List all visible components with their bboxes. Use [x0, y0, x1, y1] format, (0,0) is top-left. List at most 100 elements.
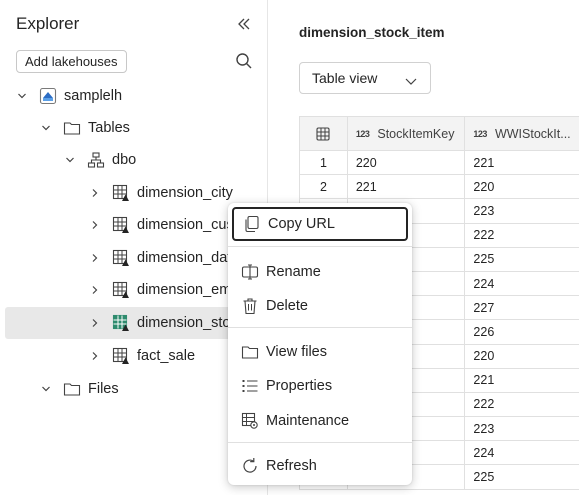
copy-url-menu-item[interactable]: Copy URL: [232, 207, 408, 241]
context-menu: Copy URL Rename Delete View files Proper…: [228, 203, 412, 485]
menu-divider: [228, 442, 412, 443]
view-select-value: Table view: [312, 70, 378, 86]
maintenance-icon: [240, 411, 260, 431]
page-title: dimension_stock_item: [299, 25, 445, 40]
add-lakehouses-button[interactable]: Add lakehouses: [16, 50, 127, 73]
chevron-down-icon: [405, 73, 417, 89]
search-icon[interactable]: [233, 50, 255, 72]
table-cell[interactable]: 223: [465, 417, 579, 440]
table-row: 2 221 220: [300, 175, 579, 200]
grid-header: 123 StockItemKey 123 WWIStockIt...: [300, 117, 579, 151]
menu-divider: [228, 327, 412, 328]
table-icon: [111, 280, 131, 300]
copy-icon: [242, 214, 262, 234]
menu-item-label: Maintenance: [266, 413, 350, 429]
table-row: 1 220 221: [300, 151, 579, 176]
tree-label: dimension_dat: [137, 250, 232, 266]
trash-icon: [240, 296, 260, 316]
tree-label: fact_sale: [137, 348, 196, 364]
tree-item-dbo[interactable]: dbo: [0, 144, 267, 176]
tree-item-samplelh[interactable]: samplelh: [0, 80, 267, 112]
view-select[interactable]: Table view: [299, 62, 431, 94]
table-cell[interactable]: 224: [465, 272, 579, 295]
folder-icon: [62, 118, 82, 138]
rename-menu-item[interactable]: Rename: [232, 255, 408, 289]
folder-icon: [62, 379, 82, 399]
tree-label: Files: [88, 381, 119, 397]
refresh-menu-item[interactable]: Refresh: [232, 449, 408, 483]
properties-menu-item[interactable]: Properties: [232, 369, 408, 403]
table-cell[interactable]: 223: [465, 199, 579, 222]
type-badge: 123: [473, 128, 487, 139]
table-cell[interactable]: 221: [465, 369, 579, 392]
tree-item-table[interactable]: dimension_dat: [0, 242, 267, 274]
table-icon: [111, 346, 131, 366]
rename-icon: [240, 262, 260, 282]
tree-item-table[interactable]: dimension_cus: [0, 209, 267, 241]
column-header-label: StockItemKey: [377, 126, 455, 141]
row-number[interactable]: 2: [300, 175, 348, 199]
table-cell[interactable]: 221: [465, 151, 579, 174]
delete-menu-item[interactable]: Delete: [232, 289, 408, 323]
chevron-down-icon[interactable]: [40, 122, 52, 134]
table-cell[interactable]: 225: [465, 465, 579, 488]
menu-divider: [228, 246, 412, 247]
chevron-right-icon[interactable]: [89, 350, 101, 362]
chevron-down-icon[interactable]: [64, 154, 76, 166]
chevron-right-icon[interactable]: [89, 284, 101, 296]
chevron-right-icon[interactable]: [89, 187, 101, 199]
menu-item-label: Refresh: [266, 458, 317, 474]
table-cell[interactable]: 227: [465, 296, 579, 319]
tree-item-files[interactable]: Files: [0, 373, 267, 405]
table-cell[interactable]: 221: [348, 175, 466, 199]
table-cell[interactable]: 220: [465, 345, 579, 368]
table-cell[interactable]: 224: [465, 441, 579, 464]
refresh-icon: [240, 456, 260, 476]
menu-item-label: View files: [266, 344, 327, 360]
tree-label: Tables: [88, 120, 130, 136]
tree-label: dimension_em: [137, 282, 232, 298]
column-header-label: WWIStockIt...: [494, 126, 571, 141]
tree-label: dimension_sto: [137, 315, 231, 331]
collapse-icon[interactable]: [233, 13, 255, 35]
column-header[interactable]: 123 StockItemKey: [348, 117, 466, 150]
table-cell[interactable]: 220: [348, 151, 466, 175]
type-badge: 123: [355, 128, 370, 139]
menu-item-label: Delete: [266, 298, 308, 314]
app-root: Explorer Add lakehouses samplelh Tables …: [0, 0, 579, 495]
table-cell[interactable]: 222: [465, 224, 579, 247]
tree-item-tables[interactable]: Tables: [0, 112, 267, 144]
row-number[interactable]: 1: [300, 151, 348, 175]
schema-icon: [86, 150, 106, 170]
tree-item-table[interactable]: dimension_em: [0, 274, 267, 306]
folder-icon: [240, 342, 260, 362]
menu-item-label: Properties: [266, 378, 333, 394]
maintenance-menu-item[interactable]: Maintenance: [232, 404, 408, 438]
table-icon: [111, 183, 131, 203]
chevron-right-icon[interactable]: [89, 317, 101, 329]
tree-item-table[interactable]: fact_sale: [0, 340, 267, 372]
table-grid-icon[interactable]: [300, 117, 348, 150]
menu-item-label: Copy URL: [268, 216, 335, 232]
menu-item-label: Rename: [266, 264, 321, 280]
table-icon: [111, 248, 131, 268]
table-cell[interactable]: 225: [465, 248, 579, 271]
table-cell[interactable]: 226: [465, 320, 579, 343]
tree-item-table[interactable]: dimension_city: [0, 177, 267, 209]
chevron-right-icon[interactable]: [89, 252, 101, 264]
tree-label: samplelh: [64, 88, 123, 104]
explorer-title: Explorer: [16, 14, 80, 33]
table-icon: [111, 313, 131, 333]
table-icon: [111, 215, 131, 235]
chevron-right-icon[interactable]: [89, 219, 101, 231]
column-header[interactable]: 123 WWIStockIt...: [465, 117, 579, 150]
properties-icon: [240, 376, 260, 396]
lakehouse-icon: [38, 86, 58, 106]
chevron-down-icon[interactable]: [16, 90, 28, 102]
table-cell[interactable]: 220: [465, 175, 579, 198]
table-cell[interactable]: 222: [465, 393, 579, 416]
view-files-menu-item[interactable]: View files: [232, 335, 408, 369]
chevron-down-icon[interactable]: [40, 383, 52, 395]
tree-label: dbo: [112, 152, 137, 168]
tree-label: dimension_cus: [137, 217, 234, 233]
